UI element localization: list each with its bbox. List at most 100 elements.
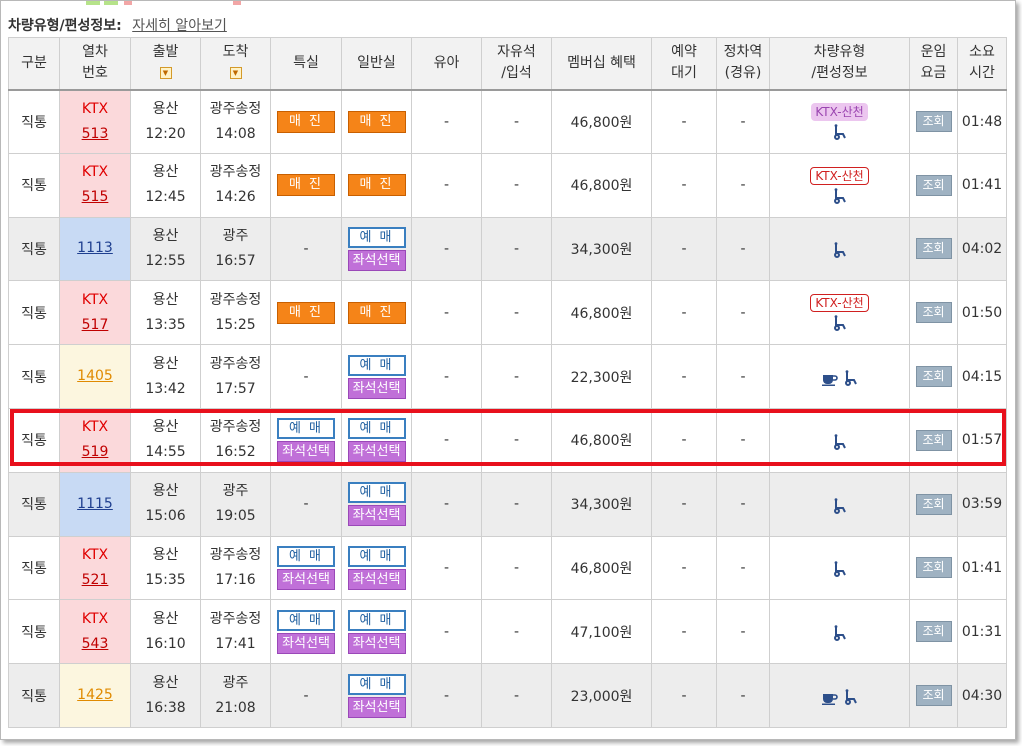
sort-arrival-icon[interactable]: ▼ [229,67,242,80]
waitlist-cell: - [651,216,717,282]
fare-query-button[interactable]: 조회 [915,174,952,196]
train-number-cell: 1113 [59,216,131,282]
sort-departure-icon[interactable]: ▼ [159,67,172,80]
fare-query-button[interactable]: 조회 [915,685,952,707]
seat-select-button[interactable]: 좌석선택 [347,249,406,271]
seat-select-button[interactable]: 좌석선택 [277,568,335,590]
fare-query-button[interactable]: 조회 [915,621,952,643]
train-number-link[interactable]: 1115 [77,496,113,512]
seat-select-button[interactable]: 좌석선택 [347,568,406,590]
seat-select-button[interactable]: 좌석선택 [347,377,406,399]
seat-select-button[interactable]: 좌석선택 [347,632,406,654]
membership-price: 46,800원 [570,433,633,450]
duration: 04:30 [961,687,1003,704]
train-number-link[interactable]: 513 [82,126,109,142]
train-category: 직통 [8,280,60,346]
fare-query-button[interactable]: 조회 [915,366,952,388]
train-number-cell: KTX 519 [59,407,131,473]
book-button[interactable]: 예 매 [347,673,406,695]
duration: 01:48 [961,113,1003,130]
vehicle-info-cell [769,407,910,473]
duration-cell: 01:57 [957,407,1007,473]
stops-cell: - [716,599,770,665]
seat-select-button[interactable]: 좌석선택 [347,441,406,463]
train-number-link[interactable]: 1113 [77,240,113,256]
fare-query-button[interactable]: 조회 [915,557,952,579]
arrival-time: 16:52 [215,444,256,461]
departure-cell: 용산 12:20 [130,89,201,154]
train-number-link[interactable]: 515 [82,189,109,205]
book-button[interactable]: 예 매 [277,609,335,631]
book-button[interactable]: 예 매 [347,418,406,440]
table-row: 직통 KTX 543 용산 16:10 광주송정 17:41 예 매 좌석선택 예 매 좌석선택 - -… [8,599,1007,665]
train-number-link[interactable]: 517 [82,317,109,333]
departure-station: 용산 [152,100,179,117]
train-number-link[interactable]: 521 [82,572,109,588]
special-seat-cell: 예 매 좌석선택 [270,599,342,665]
fare-query-button[interactable]: 조회 [915,302,952,324]
departure-time: 16:10 [145,635,186,652]
train-number-link[interactable]: 519 [82,444,109,460]
special-seat-cell: 예 매 좌석선택 [270,535,342,601]
wheelchair-icon [844,370,857,387]
book-button[interactable]: 예 매 [347,354,406,376]
fare-query-button[interactable]: 조회 [915,111,952,133]
free-seat-cell: - [481,280,552,346]
departure-station: 용산 [152,546,179,563]
waitlist-cell: - [651,280,717,346]
vehicle-info-cell: KTX-산천 [769,89,910,154]
col-arrival-header[interactable]: 도착 ▼ [200,37,271,91]
special-seat-cell: - [270,471,342,537]
ktx-sancheon-badge[interactable]: KTX-산천 [810,166,869,185]
duration-cell: 01:31 [957,599,1007,665]
book-button[interactable]: 예 매 [347,482,406,504]
special-seat-cell: 매 진 [270,89,342,154]
duration: 01:31 [961,623,1003,640]
fare-cell: 조회 [909,535,958,601]
vehicle-info-title: 차량유형/편성정보: [8,18,122,34]
book-button[interactable]: 예 매 [277,418,335,440]
col-child-header: 유아 [411,37,482,91]
vehicle-info-cell [769,471,910,537]
arrival-station: 광주송정 [209,355,262,372]
fare-query-button[interactable]: 조회 [915,238,952,260]
seat-select-button[interactable]: 좌석선택 [347,696,406,718]
fare-query-button[interactable]: 조회 [915,493,952,515]
train-number-link[interactable]: 1425 [77,687,113,703]
fare-cell: 조회 [909,663,958,728]
col-departure-header[interactable]: 출발 ▼ [130,37,201,91]
learn-more-link[interactable]: 자세히 알아보기 [132,18,227,34]
vehicle-info-cell [769,216,910,282]
seat-select-button[interactable]: 좌석선택 [347,505,406,527]
ktx-sancheon-badge[interactable]: KTX-산천 [811,103,868,122]
train-number-link[interactable]: 1405 [77,368,113,384]
wheelchair-icon [833,187,846,204]
cafe-icon [821,694,838,706]
free-seat-cell: - [481,216,552,282]
train-number-link[interactable]: 543 [82,636,109,652]
arrival-time: 15:25 [215,316,256,333]
arrival-station: 광주송정 [209,100,262,117]
stops-cell: - [716,535,770,601]
sold-out-badge: 매 진 [347,110,406,133]
wheelchair-icon [833,561,846,578]
stops-cell: - [716,471,770,537]
waitlist-cell: - [651,599,717,665]
wheelchair-icon [833,124,846,141]
free-seat-cell: - [481,599,552,665]
general-seat-cell: 예 매 좌석선택 [341,216,412,282]
departure-cell: 용산 12:55 [130,216,201,282]
departure-cell: 용산 13:42 [130,344,201,409]
fare-query-button[interactable]: 조회 [915,429,952,451]
seat-select-button[interactable]: 좌석선택 [277,632,335,654]
col-general-header: 일반실 [341,37,412,91]
book-button[interactable]: 예 매 [277,545,335,567]
ktx-sancheon-badge[interactable]: KTX-산천 [810,294,869,313]
special-seat-cell: - [270,344,342,409]
book-button[interactable]: 예 매 [347,226,406,248]
arrival-time: 16:57 [215,252,256,269]
book-button[interactable]: 예 매 [347,545,406,567]
seat-select-button[interactable]: 좌석선택 [277,441,335,463]
book-button[interactable]: 예 매 [347,609,406,631]
window-frame: 차량유형/편성정보: 자세히 알아보기 구분 열차 번호 출발 ▼ 도착 ▼ 특실 일… [0,0,1016,740]
